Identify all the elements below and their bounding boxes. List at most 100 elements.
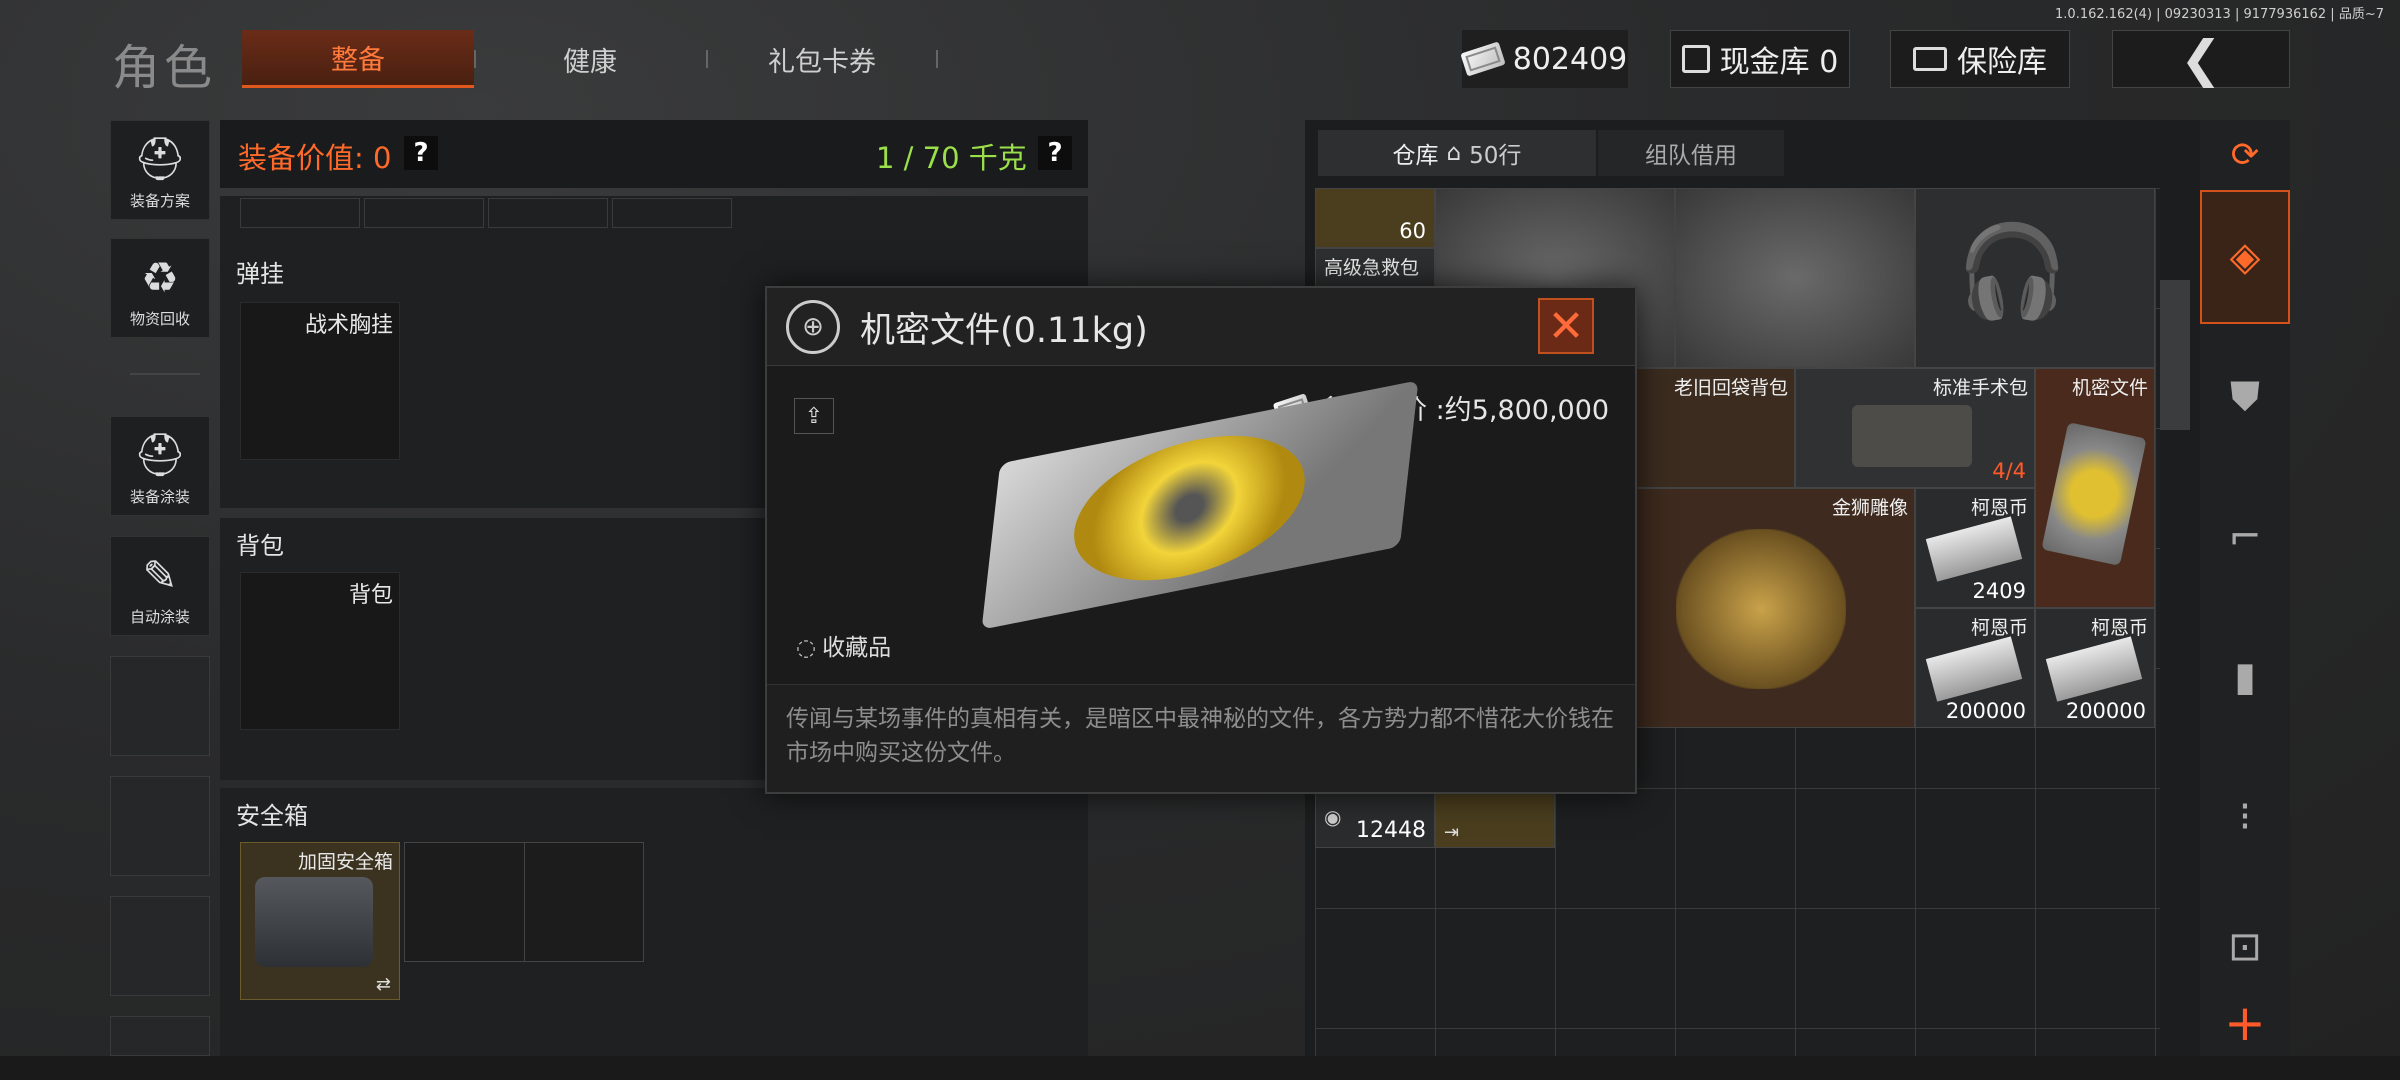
old-bag-item[interactable]: 老旧回袋背包 bbox=[1635, 368, 1795, 488]
coin-count: 200000 bbox=[2065, 699, 2146, 723]
lion-statue-item[interactable]: 金狮雕像 bbox=[1635, 488, 1915, 728]
close-button[interactable]: ✕ bbox=[1538, 298, 1594, 354]
banknote-image bbox=[1925, 636, 2023, 702]
old-bag-label: 老旧回袋背包 bbox=[1673, 377, 1788, 399]
exit-icon: ⇥ bbox=[1444, 822, 1460, 843]
tab-equip[interactable]: 整备 bbox=[242, 30, 474, 88]
backpack-slot-label: 背包 bbox=[348, 583, 393, 608]
cash-vault-label: 现金库 0 bbox=[1719, 45, 1839, 80]
tab-gift[interactable]: 礼包卡券 bbox=[712, 30, 932, 88]
backpack-slot[interactable]: 背包 bbox=[240, 572, 400, 730]
lion-statue-label: 金狮雕像 bbox=[1831, 497, 1908, 519]
category-label: 收藏品 bbox=[822, 635, 892, 661]
shield-icon: ◉ bbox=[1324, 805, 1342, 829]
grid-scrollbar[interactable] bbox=[2160, 280, 2190, 430]
collectible-icon: ◌ bbox=[796, 635, 817, 661]
category-tag: ◌ 收藏品 bbox=[796, 628, 891, 662]
coin-item[interactable]: 柯恩币 2409 bbox=[1915, 488, 2035, 608]
loadout-button[interactable]: ⛑ 装备方案 bbox=[110, 120, 210, 220]
first-aid-item[interactable]: 60 bbox=[1315, 188, 1435, 248]
currency-display: 802409 bbox=[1460, 30, 1628, 88]
tab-rows-label: 50行 bbox=[1469, 143, 1522, 169]
tab-warehouse-label: 仓库 bbox=[1392, 143, 1439, 169]
surgical-kit-item[interactable]: 标准手术包 4/4 bbox=[1795, 368, 2035, 488]
empty-slot[interactable] bbox=[110, 1016, 210, 1056]
coin-item[interactable]: 柯恩币 200000 bbox=[1915, 608, 2035, 728]
surgical-kit-label: 标准手术包 bbox=[1932, 377, 2028, 399]
armor-icon[interactable]: ⛊ bbox=[2200, 330, 2290, 464]
surgical-kit-count: 4/4 bbox=[1992, 459, 2026, 483]
cash-vault-icon bbox=[1681, 45, 1710, 73]
cash-vault-button[interactable]: 现金库 0 bbox=[1670, 30, 1850, 88]
weight-display: 1 / 70 千克 bbox=[876, 141, 1027, 175]
secret-doc-item[interactable]: 机密文件 bbox=[2035, 368, 2155, 608]
brush-icon: ✎ bbox=[142, 551, 178, 600]
coin-count: 2409 bbox=[1972, 579, 2026, 603]
coin-label: 柯恩币 bbox=[1970, 617, 2028, 639]
empty-slot[interactable] bbox=[110, 656, 210, 756]
secret-doc-image bbox=[2041, 422, 2147, 566]
tab-warehouse[interactable]: 仓库 ⌂ 50行 bbox=[1318, 130, 1596, 176]
sort-icon[interactable]: ⟳ bbox=[2200, 120, 2290, 190]
grid-line bbox=[524, 842, 525, 962]
headset-icon: 🎧 bbox=[1956, 219, 2069, 324]
secret-doc-label: 机密文件 bbox=[2071, 377, 2148, 399]
safe-vault-icon bbox=[1913, 47, 1947, 71]
weight-help-button[interactable]: ? bbox=[1038, 136, 1072, 170]
backpack-title: 背包 bbox=[236, 532, 284, 560]
safe-vault-label: 保险库 bbox=[1957, 45, 2047, 80]
paint-button[interactable]: ⛑ 装备涂装 bbox=[110, 416, 210, 516]
recycle-button[interactable]: ♻ 物资回收 bbox=[110, 238, 210, 338]
currency-value: 802409 bbox=[1512, 41, 1628, 77]
lion-statue-image bbox=[1676, 529, 1846, 689]
coin-item[interactable]: 柯恩币 200000 bbox=[2035, 608, 2155, 728]
empty-slot[interactable] bbox=[110, 776, 210, 876]
add-icon[interactable]: + bbox=[2200, 990, 2290, 1056]
globe-icon: ⊕ bbox=[786, 300, 840, 354]
rifle-icon[interactable]: ⌐ bbox=[2200, 470, 2290, 604]
tab-health[interactable]: 健康 bbox=[480, 30, 700, 88]
top-slot[interactable] bbox=[488, 198, 608, 228]
paper-item[interactable]: ⇥ bbox=[1435, 788, 1555, 848]
first-aid-label: 高级急救包 bbox=[1324, 257, 1420, 279]
top-slot[interactable] bbox=[612, 198, 732, 228]
magazine-icon[interactable]: ▮ bbox=[2200, 610, 2290, 744]
auto-paint-label: 自动涂装 bbox=[129, 608, 190, 626]
money-icon bbox=[1460, 41, 1506, 77]
paint-label: 装备涂装 bbox=[129, 488, 190, 506]
house-icon: ⌂ bbox=[1446, 140, 1462, 166]
share-icon[interactable]: ⇪ bbox=[794, 398, 834, 434]
modal-title: 机密文件(0.11kg) bbox=[860, 311, 1148, 351]
safebox-slot[interactable]: 加固安全箱 ⇄ bbox=[240, 842, 400, 1000]
back-button[interactable]: ❮ bbox=[2112, 30, 2290, 88]
menu-divider bbox=[130, 373, 200, 375]
top-slot[interactable] bbox=[240, 198, 360, 228]
empty-slot[interactable] bbox=[110, 896, 210, 996]
top-slot[interactable] bbox=[364, 198, 484, 228]
safe-vault-button[interactable]: 保险库 bbox=[1890, 30, 2070, 88]
safebox-slot-label: 加固安全箱 bbox=[297, 851, 393, 873]
chest-rig-slot[interactable]: 战术胸挂 bbox=[240, 302, 400, 460]
backpack-item[interactable] bbox=[1675, 188, 1915, 368]
recycle-icon: ♻ bbox=[141, 253, 179, 302]
safebox-title: 安全箱 bbox=[236, 802, 308, 830]
tab-team-borrow[interactable]: 组队借用 bbox=[1598, 130, 1784, 176]
first-aid-count: 60 bbox=[1399, 219, 1426, 243]
headset-item[interactable]: 🎧 bbox=[1915, 188, 2155, 368]
close-icon: ✕ bbox=[1547, 300, 1585, 352]
chest-rig-slot-label: 战术胸挂 bbox=[304, 313, 393, 338]
value-help-button[interactable]: ? bbox=[404, 136, 438, 170]
banknote-image bbox=[1925, 516, 2023, 582]
auto-paint-button[interactable]: ✎ 自动涂装 bbox=[110, 536, 210, 636]
warehouse-tabs: 仓库 ⌂ 50行 组队借用 bbox=[1318, 130, 1784, 176]
all-items-icon[interactable]: ◈ bbox=[2200, 190, 2290, 324]
tab-divider bbox=[706, 50, 708, 68]
loadout-label: 装备方案 bbox=[129, 192, 190, 210]
misc-item[interactable]: ◉ 12448 bbox=[1315, 788, 1435, 848]
ammo-icon[interactable]: ⁝ bbox=[2200, 750, 2290, 884]
recycle-label: 物资回收 bbox=[129, 310, 190, 328]
coin-label: 柯恩币 bbox=[2090, 617, 2148, 639]
version-text: 1.0.162.162(4) | 09230313 | 9177936162 |… bbox=[2055, 7, 2384, 22]
tab-divider bbox=[936, 50, 938, 68]
tab-divider bbox=[474, 50, 476, 68]
